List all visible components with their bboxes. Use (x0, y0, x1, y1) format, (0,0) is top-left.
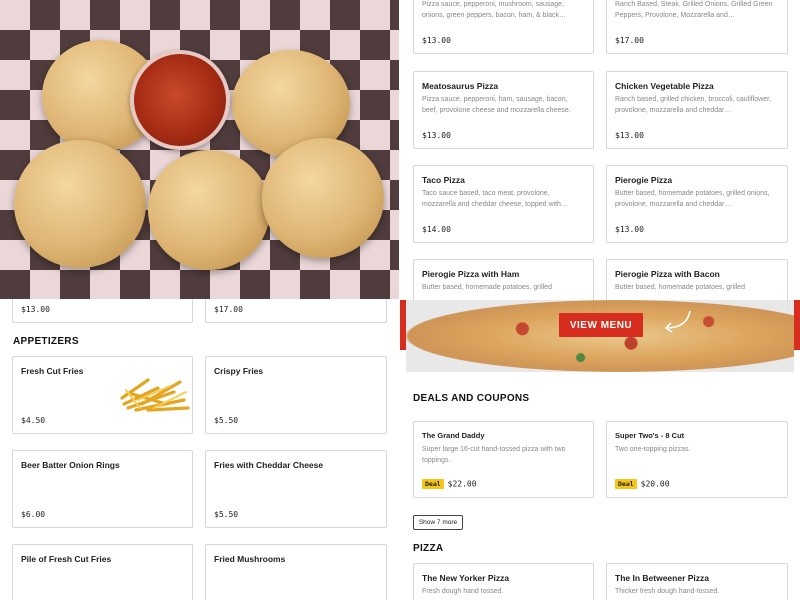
item-name: Beer Batter Onion Rings (21, 460, 120, 470)
dough-ball (262, 138, 384, 258)
curved-arrow-icon (664, 310, 691, 333)
item-price: $13.00 (21, 305, 50, 314)
menu-item-card[interactable]: Chicken Vegetable Pizza Ranch based, gri… (606, 71, 788, 149)
item-price: $13.00 (422, 131, 451, 140)
item-description: Butter based, homemade potatoes, grilled (615, 284, 745, 291)
item-price: $13.00 (615, 225, 644, 234)
item-price: $13.00 (422, 36, 451, 45)
deal-price-row: Deal $20.00 (615, 479, 670, 489)
item-price: $17.00 (615, 36, 644, 45)
deal-badge: Deal (615, 479, 637, 489)
deal-name: The Grand Daddy (422, 431, 485, 440)
item-description: Ranch based, grilled chicken, broccoli, … (615, 96, 772, 114)
item-description: Pizza sauce, pepperoni, mushroom, sausag… (422, 1, 566, 19)
deals-section-title: DEALS AND COUPONS (413, 393, 530, 404)
item-description: Taco sauce based, taco meat, provolone, … (422, 190, 568, 208)
deal-price: $22.00 (447, 479, 477, 489)
item-price: $5.50 (214, 510, 239, 519)
item-name: The In Betweener Pizza (615, 573, 709, 583)
view-menu-banner: VIEW MENU (400, 300, 800, 372)
food-photo (0, 0, 399, 299)
item-price: $5.50 (214, 416, 239, 425)
item-name: Pile of Fresh Cut Fries (21, 554, 112, 564)
menu-item-card[interactable]: The In Betweener Pizza Thicker fresh dou… (606, 563, 788, 600)
item-name: Pierogie Pizza with Bacon (615, 269, 720, 279)
deal-name: Super Two's - 8 Cut (615, 431, 685, 440)
menu-item-card[interactable]: Crispy Fries $5.50 (205, 356, 387, 434)
deal-badge: Deal (422, 479, 444, 489)
appetizers-section-title: APPETIZERS (13, 336, 79, 347)
marinara-cup (130, 50, 230, 150)
deal-description: Super large 16-cut hand-tossed pizza wit… (422, 446, 566, 464)
menu-item-card[interactable]: Pizza sauce, pepperoni, mushroom, sausag… (413, 0, 594, 54)
item-name: Taco Pizza (422, 175, 465, 185)
deal-card[interactable]: The Grand Daddy Super large 16-cut hand-… (413, 421, 594, 498)
item-description: Thicker fresh dough hand-tossed. (615, 588, 720, 595)
item-name: Fried Mushrooms (214, 554, 286, 564)
item-name: Meatosaurus Pizza (422, 81, 499, 91)
deal-price: $20.00 (640, 479, 670, 489)
item-name: Fries with Cheddar Cheese (214, 460, 324, 470)
item-price: $14.00 (422, 225, 451, 234)
item-name: Chicken Vegetable Pizza (615, 81, 714, 91)
menu-item-card[interactable]: Taco Pizza Taco sauce based, taco meat, … (413, 165, 594, 243)
item-description: Fresh dough hand tossed. (422, 588, 504, 595)
dough-ball (14, 140, 146, 268)
item-name: Pierogie Pizza (615, 175, 673, 185)
menu-item-card[interactable]: Pile of Fresh Cut Fries (12, 544, 193, 600)
item-description: Ranch Based, Steak, Grilled Onions, Gril… (615, 1, 773, 19)
item-name: Pierogie Pizza with Ham (422, 269, 520, 279)
menu-item-card[interactable]: Ranch Based, Steak, Grilled Onions, Gril… (606, 0, 788, 54)
menu-item-card[interactable]: The New Yorker Pizza Fresh dough hand to… (413, 563, 594, 600)
fries-image (120, 378, 190, 412)
menu-item-card[interactable]: Fries with Cheddar Cheese $5.50 (205, 450, 387, 528)
item-price: $6.00 (21, 510, 46, 519)
item-price: $13.00 (615, 131, 644, 140)
menu-item-card[interactable]: Meatosaurus Pizza Pizza sauce, pepperoni… (413, 71, 594, 149)
item-name: The New Yorker Pizza (422, 573, 510, 583)
menu-item-card[interactable]: Beer Batter Onion Rings $6.00 (12, 450, 193, 528)
item-description: Butter based, homemade potatoes, grilled (422, 284, 552, 291)
item-name: Crispy Fries (214, 366, 264, 376)
item-price: $17.00 (214, 305, 243, 314)
banner-accent-right (794, 300, 800, 350)
dough-ball (148, 150, 270, 270)
menu-item-card[interactable]: Fried Mushrooms (205, 544, 387, 600)
pizza-section-title: PIZZA (413, 543, 444, 554)
deal-price-row: Deal $22.00 (422, 479, 477, 489)
deal-card[interactable]: Super Two's - 8 Cut Two one-topping pizz… (606, 421, 788, 498)
view-menu-button[interactable]: VIEW MENU (559, 313, 643, 337)
item-description: Butter based, homemade potatoes, grilled… (615, 190, 770, 208)
item-price: $4.50 (21, 416, 46, 425)
item-description: Pizza sauce, pepperoni, ham, sausage, ba… (422, 96, 571, 114)
menu-item-card[interactable]: Pierogie Pizza Butter based, homemade po… (606, 165, 788, 243)
deal-description: Two one-topping pizzas. (615, 446, 691, 453)
show-more-button[interactable]: Show 7 more (413, 515, 463, 530)
